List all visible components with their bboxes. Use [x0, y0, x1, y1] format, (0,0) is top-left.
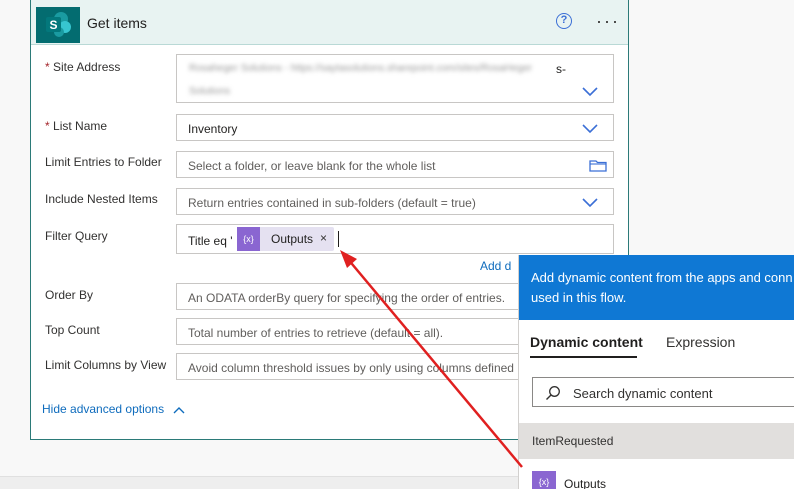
annotation-arrow: [340, 250, 523, 468]
flow-designer-canvas: S Get items ? ··· * Site Address Rosaheg…: [0, 0, 794, 489]
